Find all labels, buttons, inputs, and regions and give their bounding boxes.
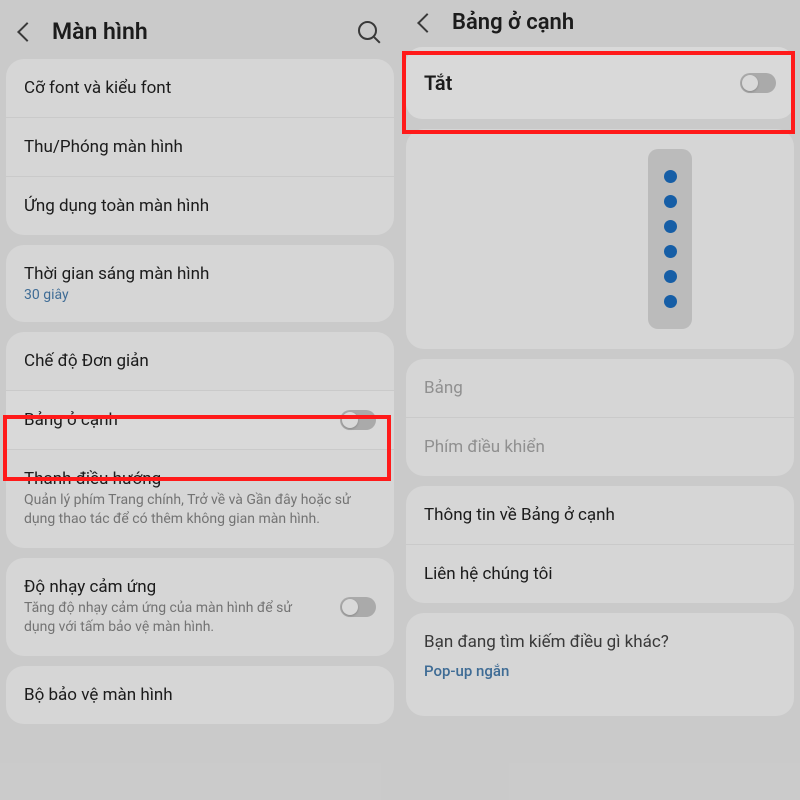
page-title: Bảng ở cạnh xyxy=(452,10,574,35)
item-navigation-bar[interactable]: Thanh điều hướng Quản lý phím Trang chín… xyxy=(6,450,394,548)
item-touch-sensitivity[interactable]: Độ nhạy cảm ứng Tăng độ nhạy cảm ứng của… xyxy=(6,558,394,656)
search-icon[interactable] xyxy=(358,21,380,43)
item-panels: Bảng xyxy=(406,359,794,418)
looking-for-other: Bạn đang tìm kiếm điều gì khác? Pop-up n… xyxy=(406,613,794,716)
edge-master-toggle[interactable] xyxy=(740,73,776,93)
item-about-edge[interactable]: Thông tin về Bảng ở cạnh xyxy=(406,486,794,545)
item-fullscreen-apps[interactable]: Ứng dụng toàn màn hình xyxy=(6,177,394,235)
header-edge-panel: Bảng ở cạnh xyxy=(400,0,800,45)
item-simple-mode[interactable]: Chế độ Đơn giản xyxy=(6,332,394,391)
page-title: Màn hình xyxy=(52,18,358,45)
right-screenshot: Bảng ở cạnh Tắt Bảng Phím điều khiển Thô… xyxy=(400,0,800,800)
item-zoom[interactable]: Thu/Phóng màn hình xyxy=(6,118,394,177)
item-handle: Phím điều khiển xyxy=(406,418,794,476)
item-screen-timeout[interactable]: Thời gian sáng màn hình 30 giây xyxy=(6,245,394,322)
popup-link[interactable]: Pop-up ngắn xyxy=(424,662,776,680)
back-icon[interactable] xyxy=(17,22,37,42)
touch-sensitivity-toggle[interactable] xyxy=(340,597,376,617)
left-screenshot: Màn hình Cỡ font và kiểu font Thu/Phóng … xyxy=(0,0,400,800)
back-icon[interactable] xyxy=(417,13,437,33)
item-font[interactable]: Cỡ font và kiểu font xyxy=(6,59,394,118)
edge-preview xyxy=(406,129,794,349)
item-screensaver[interactable]: Bộ bảo vệ màn hình xyxy=(6,666,394,724)
item-contact-us[interactable]: Liên hệ chúng tôi xyxy=(406,545,794,603)
edge-panel-toggle[interactable] xyxy=(340,410,376,430)
header-display: Màn hình xyxy=(0,0,400,59)
panel-preview-icon xyxy=(648,149,692,329)
edge-master-toggle-card[interactable]: Tắt xyxy=(406,47,794,119)
item-edge-panel[interactable]: Bảng ở cạnh xyxy=(6,391,394,450)
